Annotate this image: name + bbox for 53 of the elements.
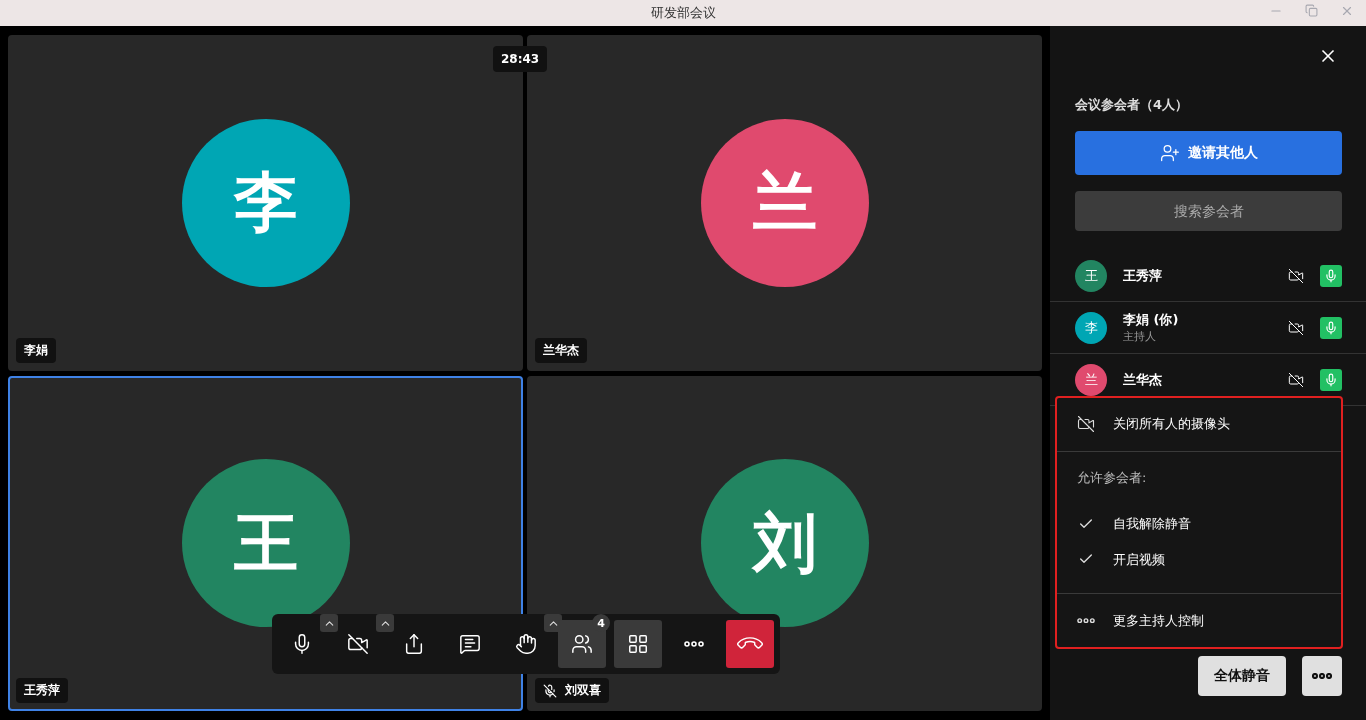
more-icon bbox=[1312, 673, 1332, 679]
menu-heading: 允许参会者: bbox=[1076, 469, 1148, 488]
camera-off-icon bbox=[347, 633, 369, 655]
more-icon bbox=[1077, 617, 1095, 624]
chat-icon bbox=[459, 633, 481, 655]
microphone-icon[interactable] bbox=[1320, 316, 1342, 339]
add-person-icon bbox=[1159, 143, 1180, 163]
avatar: 李 bbox=[1075, 311, 1107, 344]
camera-off-icon[interactable] bbox=[1288, 267, 1304, 284]
participant-name: 王秀萍 bbox=[1123, 266, 1163, 285]
invite-button[interactable]: 邀请其他人 bbox=[1075, 131, 1342, 175]
participant-row[interactable]: 李 李娟 (你) 主持人 bbox=[1050, 302, 1366, 354]
avatar: 李 bbox=[181, 118, 350, 287]
count-badge: 4 bbox=[592, 614, 610, 632]
people-icon bbox=[571, 633, 593, 655]
participants-button[interactable] bbox=[558, 620, 606, 668]
menu-item[interactable]: 关闭所有人的摄像头 bbox=[1057, 398, 1341, 452]
video-tile[interactable]: 王 王秀萍 bbox=[8, 375, 523, 711]
panel-title: 会议参会者（4人） bbox=[1075, 96, 1190, 114]
grid-icon bbox=[627, 633, 649, 655]
participant-row[interactable]: 王 王秀萍 bbox=[1050, 250, 1366, 302]
avatar: 王 bbox=[181, 459, 350, 628]
meeting-timer: 28:43 bbox=[493, 46, 548, 72]
avatar: 刘 bbox=[700, 459, 869, 628]
search-field[interactable]: 搜索参会者 bbox=[1075, 191, 1342, 231]
window-title: 研发部会议 bbox=[650, 4, 716, 22]
caret-icon[interactable] bbox=[320, 614, 338, 632]
avatar: 兰 bbox=[1075, 363, 1107, 396]
more-icon bbox=[684, 641, 704, 647]
camera-off-icon[interactable] bbox=[1288, 319, 1304, 336]
hang-up-button[interactable] bbox=[726, 620, 774, 668]
camera-off-icon bbox=[1077, 415, 1095, 434]
menu-item[interactable]: 更多主持人控制 bbox=[1057, 594, 1341, 647]
avatar: 王 bbox=[1075, 259, 1107, 292]
participant-name: 兰华杰 bbox=[543, 341, 579, 359]
participant-name: 刘双喜 bbox=[565, 682, 601, 699]
microphone-icon[interactable] bbox=[1320, 368, 1342, 391]
hand-icon bbox=[515, 633, 537, 655]
microphone-icon[interactable] bbox=[1320, 264, 1342, 287]
caret-icon[interactable] bbox=[376, 614, 394, 632]
avatar: 兰 bbox=[700, 118, 869, 287]
participant-role: 主持人 bbox=[1123, 329, 1157, 344]
participant-name: 兰华杰 bbox=[1123, 370, 1163, 389]
more-button[interactable] bbox=[1302, 656, 1342, 696]
participant-name: 王秀萍 bbox=[24, 682, 60, 699]
share-icon bbox=[403, 633, 425, 655]
participant-name: 李娟 (你) bbox=[1123, 311, 1180, 329]
mute-all-button[interactable]: 全体静音 bbox=[1198, 656, 1286, 696]
participant-name: 李娟 bbox=[24, 341, 48, 359]
menu-item[interactable]: 开启视频 bbox=[1057, 542, 1341, 595]
menu-item[interactable]: 自我解除静音 bbox=[1057, 504, 1341, 543]
camera-off-icon[interactable] bbox=[1288, 371, 1304, 388]
layout-button[interactable] bbox=[614, 620, 662, 668]
